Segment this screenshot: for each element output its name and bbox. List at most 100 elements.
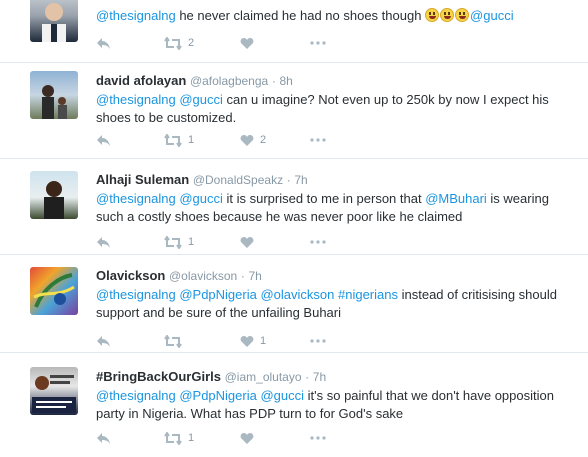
display-name[interactable]: #BringBackOurGirls: [96, 369, 221, 384]
tweet-header: #BringBackOurGirls @iam_olutayo · 7h: [96, 368, 576, 386]
reply-button[interactable]: [96, 35, 111, 51]
separator-dot: ·: [286, 173, 291, 187]
tweet-text: @thesignalng @PdpNigeria @gucci it's so …: [96, 387, 576, 423]
more-button[interactable]: [310, 430, 326, 446]
user-handle[interactable]: @DonaldSpeakz: [193, 173, 283, 187]
tweet: @thesignalng he never claimed he had no …: [0, 0, 588, 63]
separator-dot: ·: [240, 269, 245, 283]
reply-icon: [97, 37, 110, 49]
more-button[interactable]: [310, 234, 326, 250]
avatar[interactable]: [30, 0, 78, 42]
mention-link[interactable]: @gucci: [260, 388, 304, 403]
retweet-icon: [164, 235, 182, 249]
avatar[interactable]: [30, 171, 78, 219]
more-button[interactable]: [310, 35, 326, 51]
tweet-time[interactable]: 7h: [313, 370, 326, 384]
tweet-time[interactable]: 7h: [294, 173, 307, 187]
more-button[interactable]: [310, 132, 326, 148]
reply-icon: [97, 432, 110, 444]
tweet: Alhaji Suleman @DonaldSpeakz · 7h @thesi…: [0, 159, 588, 255]
like-button[interactable]: [240, 35, 260, 51]
retweet-count: 1: [188, 432, 195, 444]
retweet-button[interactable]: [164, 333, 188, 349]
tweet-text: @thesignalng @gucci can u imagine? Not e…: [96, 91, 576, 127]
avatar[interactable]: [30, 71, 78, 119]
heart-icon: [240, 134, 254, 146]
heart-icon: [240, 37, 254, 49]
tweet: david afolayan @afolagbenga · 8h @thesig…: [0, 63, 588, 159]
separator-dot: ·: [305, 370, 310, 384]
retweet-count: 2: [188, 37, 195, 49]
avatar-image: [42, 3, 66, 42]
user-handle[interactable]: @olavickson: [169, 269, 237, 283]
retweet-button[interactable]: 1: [164, 132, 194, 148]
heart-icon: [240, 236, 254, 248]
user-handle[interactable]: @iam_olutayo: [225, 370, 302, 384]
separator-dot: ·: [271, 74, 276, 88]
reply-icon: [97, 335, 110, 347]
tweet-text: @thesignalng @gucci it is surprised to m…: [96, 190, 576, 226]
like-count: 2: [260, 134, 267, 146]
text-segment: it is surprised to me in person that: [222, 191, 426, 206]
mention-link[interactable]: @thesignalng: [96, 92, 176, 107]
retweet-icon: [164, 133, 182, 147]
tweet-text: @thesignalng @PdpNigeria @olavickson #ni…: [96, 286, 576, 322]
mention-link[interactable]: @PdpNigeria: [179, 388, 257, 403]
like-button[interactable]: 1: [240, 333, 266, 349]
tweet-header: Alhaji Suleman @DonaldSpeakz · 7h: [96, 171, 576, 189]
grinning-face-emoji: [455, 8, 470, 22]
retweet-button[interactable]: 1: [164, 430, 194, 446]
reply-icon: [97, 134, 110, 146]
tweet: Olavickson @olavickson · 7h @thesignalng…: [0, 255, 588, 353]
display-name[interactable]: Alhaji Suleman: [96, 172, 189, 187]
avatar[interactable]: [30, 367, 78, 415]
more-icon: [310, 138, 326, 142]
reply-icon: [97, 236, 110, 248]
mention-link[interactable]: @PdpNigeria: [179, 287, 257, 302]
avatar-image: [42, 85, 67, 119]
text-segment: he never claimed he had no shoes though: [175, 8, 426, 23]
mention-link[interactable]: @gucci: [179, 191, 223, 206]
tweet-header: Olavickson @olavickson · 7h: [96, 267, 576, 285]
retweet-button[interactable]: 2: [164, 35, 194, 51]
mention-link[interactable]: @MBuhari: [425, 191, 487, 206]
mention-link[interactable]: @gucci: [470, 8, 514, 23]
retweet-count: 1: [188, 236, 195, 248]
heart-icon: [240, 432, 254, 444]
tweet-time[interactable]: 8h: [279, 74, 292, 88]
more-icon: [310, 240, 326, 244]
more-icon: [310, 41, 326, 45]
reply-button[interactable]: [96, 234, 111, 250]
mention-link[interactable]: @thesignalng: [96, 8, 176, 23]
reply-button[interactable]: [96, 430, 111, 446]
tweet-header: david afolayan @afolagbenga · 8h: [96, 72, 576, 90]
retweet-count: 1: [188, 134, 195, 146]
avatar[interactable]: [30, 267, 78, 315]
retweet-icon: [164, 334, 182, 348]
user-handle[interactable]: @afolagbenga: [190, 74, 268, 88]
mention-link[interactable]: @olavickson: [260, 287, 334, 302]
avatar-image: [44, 181, 64, 219]
mention-link[interactable]: @thesignalng: [96, 287, 176, 302]
like-button[interactable]: 2: [240, 132, 266, 148]
more-icon: [310, 339, 326, 343]
reply-button[interactable]: [96, 132, 111, 148]
mention-link[interactable]: @thesignalng: [96, 388, 176, 403]
retweet-icon: [164, 431, 182, 445]
hashtag-link[interactable]: #nigerians: [338, 287, 398, 302]
mention-link[interactable]: @thesignalng: [96, 191, 176, 206]
more-icon: [310, 436, 326, 440]
reply-button[interactable]: [96, 333, 111, 349]
retweet-button[interactable]: 1: [164, 234, 194, 250]
like-button[interactable]: [240, 234, 260, 250]
like-button[interactable]: [240, 430, 260, 446]
grinning-face-emoji: [425, 8, 440, 22]
tweet-text: @thesignalng he never claimed he had no …: [96, 7, 576, 25]
more-button[interactable]: [310, 333, 326, 349]
tweet-time[interactable]: 7h: [248, 269, 261, 283]
grinning-face-emoji: [440, 8, 455, 22]
display-name[interactable]: david afolayan: [96, 73, 186, 88]
display-name[interactable]: Olavickson: [96, 268, 165, 283]
retweet-icon: [164, 36, 182, 50]
mention-link[interactable]: @gucci: [179, 92, 223, 107]
